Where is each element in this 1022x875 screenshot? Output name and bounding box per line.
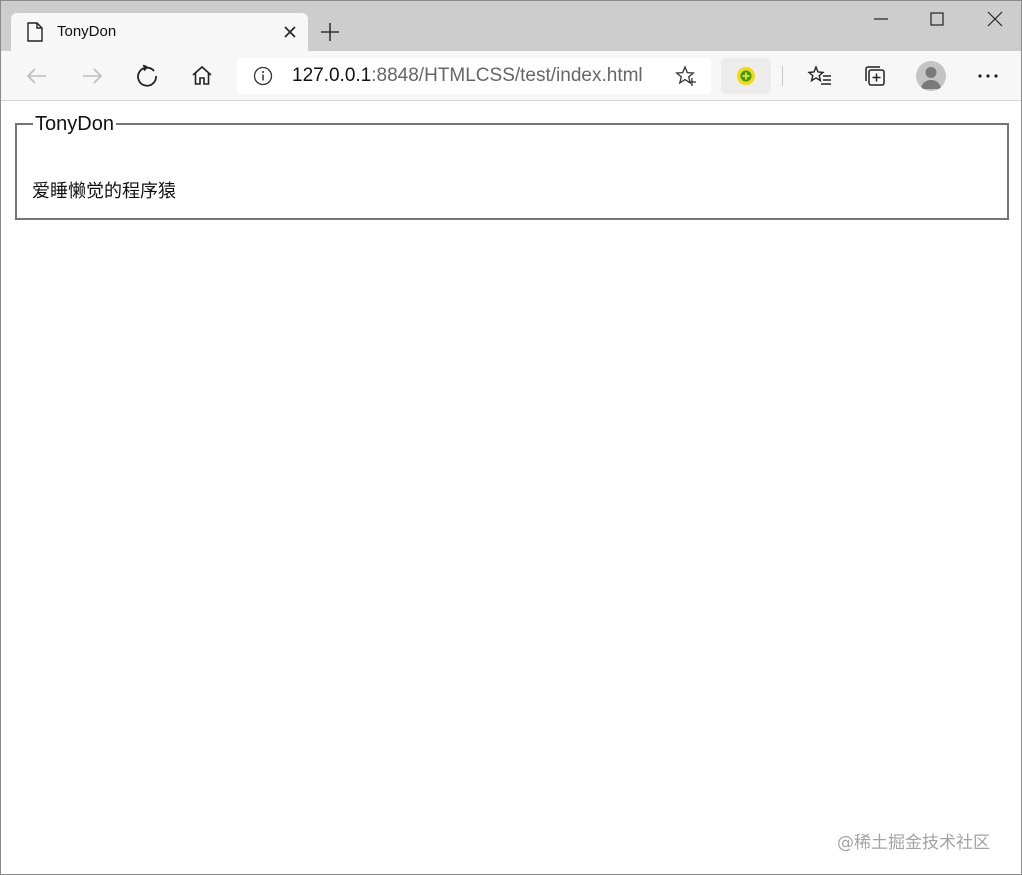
fieldset-legend: TonyDon bbox=[35, 113, 114, 135]
collections-icon[interactable] bbox=[862, 63, 888, 89]
watermark: @稀土掘金技术社区 bbox=[837, 833, 990, 853]
browser-tab[interactable]: TonyDon bbox=[11, 13, 308, 51]
browser-toolbar: 127.0.0.1:8848/HTMLCSS/test/index.html bbox=[1, 51, 1021, 101]
info-icon[interactable] bbox=[253, 66, 273, 86]
profile-avatar[interactable] bbox=[916, 61, 946, 91]
extension-icon bbox=[737, 67, 755, 85]
minimize-icon[interactable] bbox=[869, 7, 893, 31]
forward-arrow-icon[interactable] bbox=[79, 63, 105, 89]
toolbar-divider bbox=[782, 66, 783, 86]
refresh-icon[interactable] bbox=[134, 63, 160, 89]
page-content: TonyDon 爱睡懒觉的程序猿 @稀土掘金技术社区 bbox=[1, 101, 1021, 874]
page-icon bbox=[27, 22, 43, 42]
window-close-icon[interactable] bbox=[983, 7, 1007, 31]
browser-window: TonyDon 127.0.0.1:8848/HTMLCSS/test/inde… bbox=[0, 0, 1022, 875]
maximize-icon[interactable] bbox=[925, 7, 949, 31]
home-icon[interactable] bbox=[189, 63, 215, 89]
fieldset-box: TonyDon 爱睡懒觉的程序猿 bbox=[15, 113, 1009, 220]
tab-strip: TonyDon bbox=[1, 1, 1021, 51]
url-host: 127.0.0.1 bbox=[292, 65, 372, 86]
address-bar[interactable]: 127.0.0.1:8848/HTMLCSS/test/index.html bbox=[237, 58, 711, 94]
user-icon bbox=[921, 67, 941, 89]
back-arrow-icon[interactable] bbox=[24, 63, 50, 89]
url-text[interactable]: 127.0.0.1:8848/HTMLCSS/test/index.html bbox=[292, 65, 643, 87]
add-favorite-icon[interactable] bbox=[675, 65, 697, 87]
url-path: :8848/HTMLCSS/test/index.html bbox=[371, 65, 643, 86]
tab-title: TonyDon bbox=[57, 23, 117, 40]
fieldset-text: 爱睡懒觉的程序猿 bbox=[32, 181, 176, 202]
favorites-list-icon[interactable] bbox=[807, 63, 833, 89]
more-icon[interactable] bbox=[975, 63, 1001, 89]
extension-button[interactable] bbox=[721, 58, 771, 94]
new-tab-icon[interactable] bbox=[318, 20, 342, 44]
close-tab-icon[interactable] bbox=[281, 23, 299, 41]
